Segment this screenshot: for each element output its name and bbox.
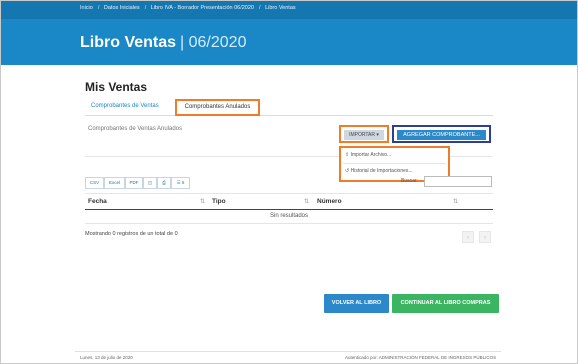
search-label: Buscar: (401, 178, 418, 184)
table-empty-message: Sin resultados (269, 213, 309, 219)
list-icon: ☰ (176, 180, 181, 185)
column-header-numero[interactable]: Número (317, 198, 342, 205)
section-title: Mis Ventas (85, 80, 148, 94)
tab-comprobantes-ventas[interactable]: Comprobantes de Ventas (91, 103, 159, 109)
column-header-fecha[interactable]: Fecha (88, 198, 107, 205)
page-title-text: Libro Ventas (80, 34, 177, 51)
continuar-libro-compras-button[interactable]: CONTINUAR AL LIBRO COMPRAS (392, 294, 499, 313)
browser-frame: Inicio / Datos Iniciales / Libro IVA - Bor… (0, 0, 578, 364)
columns-icon: ◫ (147, 180, 153, 185)
page-period: | 06/2020 (180, 34, 247, 51)
print-icon: ⎙ (162, 180, 166, 185)
menu-divider (343, 163, 446, 164)
breadcrumb-item-libro-ventas: Libro Ventas (265, 5, 296, 11)
excel-button[interactable]: Excel (104, 177, 125, 189)
upload-icon: ⇪ (345, 152, 350, 158)
table-top-border (85, 193, 493, 194)
table-info: Mostrando 0 registros de un total de 0 (85, 231, 178, 237)
pagination-next[interactable]: › (479, 231, 491, 243)
print-button[interactable]: ⎙ (157, 177, 171, 189)
agregar-highlight: AGREGAR COMPROBANTE... (392, 125, 491, 143)
footer-date: Lunes, 13 de julio de 2020 (80, 355, 133, 360)
table-header-border (85, 209, 493, 210)
importar-button[interactable]: IMPORTAR ▾ (344, 130, 384, 140)
breadcrumb-item-inicio[interactable]: Inicio (80, 5, 93, 11)
tab-comprobantes-anulados[interactable]: Comprobantes Anulados (175, 99, 260, 116)
footer-divider (75, 351, 501, 352)
panel-subtitle: Comprobantes de Ventas Anulados (88, 126, 183, 132)
csv-button[interactable]: CSV (85, 177, 104, 189)
column-header-tipo[interactable]: Tipo (212, 198, 226, 205)
breadcrumb-item-datos-iniciales[interactable]: Datos Iniciales (104, 5, 140, 11)
breadcrumb: Inicio / Datos Iniciales / Libro IVA - Bor… (80, 5, 296, 11)
breadcrumb-item-libro-iva[interactable]: Libro IVA - Borrador Presentación 06/202… (151, 5, 254, 11)
pdf-button[interactable]: PDF (125, 177, 143, 189)
sort-icon[interactable]: ⇅ (304, 198, 309, 205)
menu-item-historial-importaciones[interactable]: ↺ Historial de Importaciones... (345, 168, 413, 174)
menu-item-importar-archivo[interactable]: ⇪ Importar Archivo... (345, 152, 391, 158)
tab-bar: Comprobantes de Ventas Comprobantes Anul… (85, 99, 493, 116)
columns-button[interactable]: ◫ (143, 177, 157, 189)
search-input[interactable] (424, 176, 492, 187)
footer-auth: Autenticado por: ADMINISTRACIÓN FEDERAL … (345, 355, 497, 360)
pagination-prev[interactable]: ‹ (462, 231, 474, 243)
column-visibility-button[interactable]: ☰ 5 (171, 177, 190, 189)
header-banner: Inicio / Datos Iniciales / Libro IVA - Bor… (1, 1, 577, 65)
menu-item-label: Historial de Importaciones... (350, 168, 413, 174)
table-bottom-border (85, 223, 493, 224)
menu-item-label: Importar Archivo... (350, 152, 392, 158)
agregar-comprobante-button[interactable]: AGREGAR COMPROBANTE... (397, 130, 486, 140)
sort-icon[interactable]: ⇅ (453, 198, 458, 205)
list-count: 5 (181, 180, 185, 185)
history-icon: ↺ (345, 168, 350, 174)
page-title: Libro Ventas | 06/2020 (80, 34, 246, 52)
importar-highlight: IMPORTAR ▾ (339, 125, 389, 143)
sort-icon[interactable]: ⇅ (200, 198, 205, 205)
volver-al-libro-button[interactable]: VOLVER AL LIBRO (324, 294, 389, 313)
